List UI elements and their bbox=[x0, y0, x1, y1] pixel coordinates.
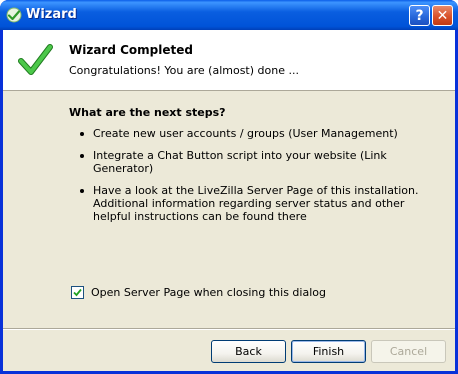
steps-heading: What are the next steps? bbox=[69, 106, 226, 119]
header-title: Wizard Completed bbox=[69, 43, 193, 57]
wizard-header: Wizard Completed Congratulations! You ar… bbox=[3, 30, 455, 91]
bullet-icon bbox=[80, 154, 84, 158]
button-separator bbox=[3, 328, 455, 330]
open-server-page-option[interactable]: Open Server Page when closing this dialo… bbox=[71, 286, 326, 299]
app-icon bbox=[6, 7, 22, 23]
step-text: Create new user accounts / groups (User … bbox=[93, 127, 398, 140]
step-text: Have a look at the LiveZilla Server Page… bbox=[93, 184, 419, 223]
back-button[interactable]: Back bbox=[211, 340, 286, 363]
close-icon: ✕ bbox=[436, 7, 449, 24]
help-icon: ? bbox=[415, 7, 424, 24]
list-item: Have a look at the LiveZilla Server Page… bbox=[69, 184, 441, 223]
list-item: Create new user accounts / groups (User … bbox=[69, 127, 441, 140]
header-subtitle: Congratulations! You are (almost) done .… bbox=[69, 64, 299, 77]
checkmark-icon bbox=[18, 44, 53, 75]
close-button[interactable]: ✕ bbox=[432, 5, 453, 26]
step-text: Integrate a Chat Button script into your… bbox=[93, 149, 387, 175]
open-server-page-checkbox[interactable] bbox=[71, 286, 84, 299]
bullet-icon bbox=[80, 132, 84, 136]
steps-list: Create new user accounts / groups (User … bbox=[69, 127, 441, 232]
open-server-page-label[interactable]: Open Server Page when closing this dialo… bbox=[91, 286, 326, 299]
dialog-body: Wizard Completed Congratulations! You ar… bbox=[3, 30, 455, 371]
cancel-button[interactable]: Cancel bbox=[371, 340, 446, 363]
title-bar[interactable]: Wizard ? ✕ bbox=[0, 0, 458, 30]
help-button[interactable]: ? bbox=[409, 5, 430, 26]
bullet-icon bbox=[80, 189, 84, 193]
check-icon bbox=[73, 288, 82, 297]
finish-button[interactable]: Finish bbox=[291, 340, 366, 363]
list-item: Integrate a Chat Button script into your… bbox=[69, 149, 441, 175]
wizard-window: Wizard ? ✕ Wizard Completed Congratulati… bbox=[0, 0, 458, 374]
window-title: Wizard bbox=[26, 7, 77, 22]
